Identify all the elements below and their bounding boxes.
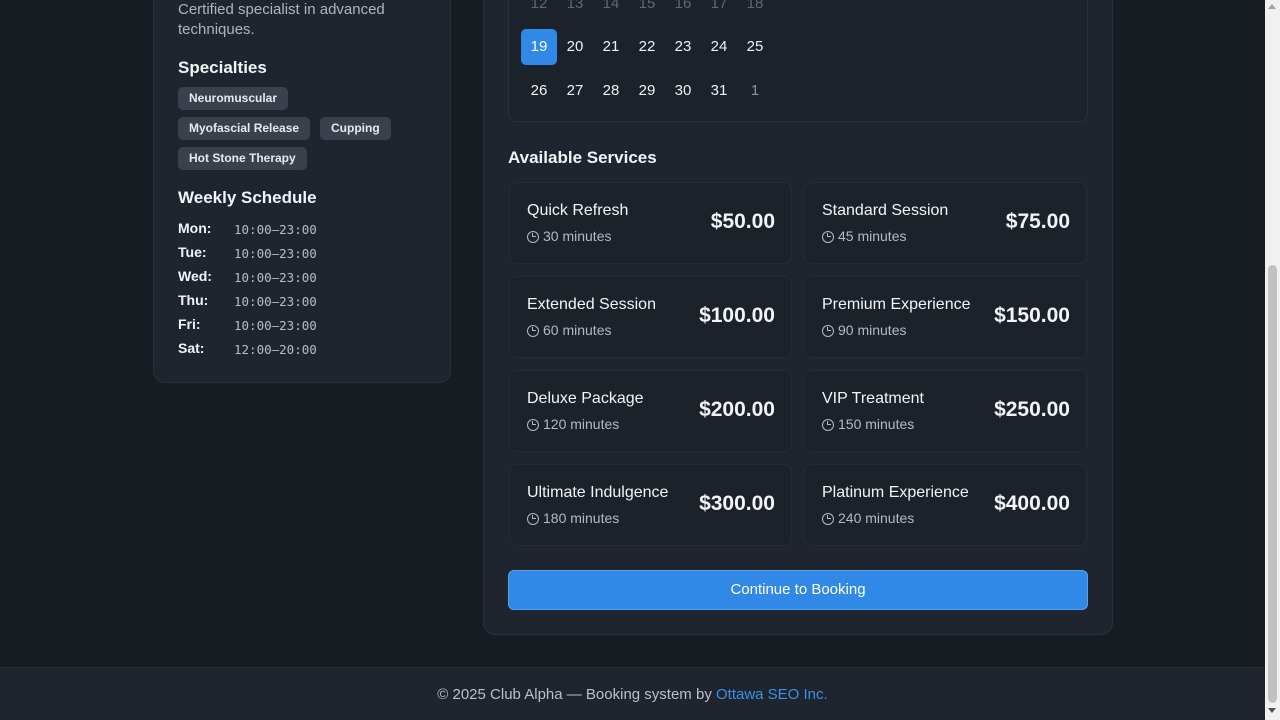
footer-link[interactable]: Ottawa SEO Inc. (716, 686, 828, 703)
footer-text: © 2025 Club Alpha — Booking system by (437, 686, 716, 703)
specialty-tag: Cupping (320, 117, 391, 140)
calendar-day[interactable]: 24 (701, 29, 737, 65)
service-duration-text: 150 minutes (838, 416, 915, 432)
service-duration-text: 180 minutes (543, 510, 620, 526)
specialty-tag: Hot Stone Therapy (178, 147, 307, 170)
schedule-day: Fri: (178, 316, 201, 332)
service-price: $75.00 (1005, 210, 1070, 233)
clock-icon (822, 230, 834, 243)
calendar-day[interactable]: 16 (665, 0, 701, 22)
service-card[interactable]: Deluxe Package 120 minutes $200.00 (509, 370, 792, 452)
service-duration: 120 minutes (527, 416, 619, 432)
service-name: Quick Refresh (527, 202, 629, 219)
calendar-day[interactable]: 13 (557, 0, 593, 22)
service-price: $250.00 (994, 398, 1070, 421)
scroll-up-arrow-icon[interactable] (1268, 4, 1276, 9)
service-duration: 90 minutes (822, 322, 906, 338)
service-card[interactable]: Standard Session 45 minutes $75.00 (804, 182, 1087, 264)
profile-bio: Certified specialist in advanced techniq… (178, 1, 385, 38)
calendar-day[interactable]: 21 (593, 29, 629, 65)
calendar-day[interactable]: 28 (593, 73, 629, 109)
calendar-day[interactable]: 26 (521, 73, 557, 109)
calendar-day[interactable]: 31 (701, 73, 737, 109)
service-duration-text: 90 minutes (838, 322, 907, 338)
schedule-day: Mon: (178, 220, 212, 236)
calendar-day[interactable]: 1 (737, 73, 773, 109)
service-price: $300.00 (699, 492, 775, 515)
clock-icon (527, 418, 539, 431)
clock-icon (527, 230, 539, 243)
service-card[interactable]: Platinum Experience 240 minutes $400.00 (804, 464, 1087, 546)
service-card[interactable]: Ultimate Indulgence 180 minutes $300.00 (509, 464, 792, 546)
calendar-day[interactable]: 14 (593, 0, 629, 22)
service-card[interactable]: Extended Session 60 minutes $100.00 (509, 276, 792, 358)
service-price: $200.00 (699, 398, 775, 421)
service-name: Platinum Experience (822, 484, 969, 501)
service-duration: 45 minutes (822, 228, 906, 244)
service-duration-text: 60 minutes (543, 322, 612, 338)
service-price: $100.00 (699, 304, 775, 327)
service-duration: 150 minutes (822, 416, 914, 432)
schedule-day: Sat: (178, 340, 205, 356)
schedule-day: Thu: (178, 292, 209, 308)
clock-icon (822, 512, 834, 525)
calendar-day[interactable]: 23 (665, 29, 701, 65)
service-name: Ultimate Indulgence (527, 484, 669, 501)
services-heading: Available Services (508, 148, 657, 167)
scroll-down-arrow-icon[interactable] (1268, 708, 1276, 713)
service-name: Deluxe Package (527, 390, 644, 407)
service-name: Extended Session (527, 296, 656, 313)
service-price: $400.00 (994, 492, 1070, 515)
specialty-tag: Neuromuscular (178, 87, 289, 110)
service-duration: 180 minutes (527, 510, 619, 526)
schedule-hours: 10:00–23:00 (234, 294, 317, 309)
schedule-hours: 10:00–23:00 (234, 318, 317, 333)
calendar-day[interactable]: 20 (557, 29, 593, 65)
schedule-day: Tue: (178, 244, 207, 260)
service-price: $150.00 (994, 304, 1070, 327)
service-duration-text: 120 minutes (543, 416, 620, 432)
calendar-day[interactable]: 15 (629, 0, 665, 22)
service-card[interactable]: Quick Refresh 30 minutes $50.00 (509, 182, 792, 264)
calendar-day-selected[interactable]: 19 (521, 29, 557, 65)
calendar-day[interactable]: 12 (521, 0, 557, 22)
calendar-day[interactable]: 25 (737, 29, 773, 65)
clock-icon (527, 512, 539, 525)
scrollbar[interactable] (1265, 0, 1280, 720)
continue-to-booking-button[interactable]: Continue to Booking (508, 570, 1088, 610)
service-card[interactable]: Premium Experience 90 minutes $150.00 (804, 276, 1087, 358)
schedule-hours: 10:00–23:00 (234, 270, 317, 285)
service-duration: 30 minutes (527, 228, 611, 244)
service-duration-text: 240 minutes (838, 510, 915, 526)
service-name: Premium Experience (822, 296, 971, 313)
calendar-day[interactable]: 30 (665, 73, 701, 109)
specialty-tag: Myofascial Release (178, 117, 311, 140)
service-duration-text: 45 minutes (838, 228, 907, 244)
calendar-day[interactable]: 29 (629, 73, 665, 109)
service-name: Standard Session (822, 202, 949, 219)
scrollbar-thumb[interactable] (1268, 265, 1277, 703)
service-price: $50.00 (710, 210, 775, 233)
schedule-day: Wed: (178, 268, 212, 284)
clock-icon (822, 324, 834, 337)
schedule-hours: 12:00–20:00 (234, 342, 317, 357)
footer: © 2025 Club Alpha — Booking system by Ot… (0, 667, 1265, 720)
calendar-day[interactable]: 22 (629, 29, 665, 65)
service-duration: 60 minutes (527, 322, 611, 338)
schedule-hours: 10:00–23:00 (234, 222, 317, 237)
clock-icon (822, 418, 834, 431)
service-duration: 240 minutes (822, 510, 914, 526)
service-duration-text: 30 minutes (543, 228, 612, 244)
calendar-day[interactable]: 18 (737, 0, 773, 22)
service-card[interactable]: VIP Treatment 150 minutes $250.00 (804, 370, 1087, 452)
calendar-day[interactable]: 17 (701, 0, 737, 22)
schedule-hours: 10:00–23:00 (234, 246, 317, 261)
clock-icon (527, 324, 539, 337)
calendar-day[interactable]: 27 (557, 73, 593, 109)
service-name: VIP Treatment (822, 390, 924, 407)
specialties-heading: Specialties (178, 58, 267, 77)
schedule-heading: Weekly Schedule (178, 188, 317, 207)
